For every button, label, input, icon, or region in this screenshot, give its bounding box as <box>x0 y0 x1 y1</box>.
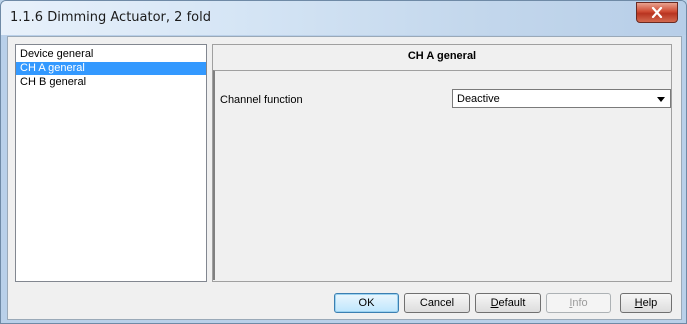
cancel-button-label: Cancel <box>419 297 455 309</box>
close-button[interactable] <box>636 2 678 23</box>
title-bar[interactable]: 1.1.6 Dimming Actuator, 2 fold <box>1 1 686 35</box>
cancel-button[interactable]: Cancel <box>404 293 470 313</box>
channel-function-value: Deactive <box>457 93 500 105</box>
sidebar-item-ch-a-general[interactable]: CH A general <box>16 62 206 75</box>
sidebar-item-ch-b-general[interactable]: CH B general <box>16 76 206 89</box>
help-button-label: elp <box>642 297 658 309</box>
ok-button-label: OK <box>358 297 375 309</box>
sidebar-item-label: CH A general <box>20 62 85 74</box>
info-button[interactable]: Info <box>546 293 611 313</box>
dialog-window: 1.1.6 Dimming Actuator, 2 fold Device ge… <box>0 0 687 324</box>
chevron-down-icon[interactable] <box>657 97 665 102</box>
panel-body: Channel function Deactive <box>213 70 671 280</box>
channel-function-select[interactable]: Deactive <box>452 89 671 108</box>
channel-function-label: Channel function <box>220 94 303 106</box>
sidebar-item-label: CH B general <box>20 76 87 88</box>
info-button-label: nfo <box>572 297 588 309</box>
default-button[interactable]: Default <box>475 293 541 313</box>
close-icon <box>651 7 663 18</box>
sidebar-item-device-general[interactable]: Device general <box>16 48 206 61</box>
parameter-panel: CH A general Channel function Deactive <box>212 44 672 282</box>
default-button-mnemonic: D <box>490 297 499 309</box>
help-button-mnemonic: H <box>634 297 643 309</box>
parameter-tree[interactable]: Device general CH A general CH B general <box>15 44 207 282</box>
default-button-label: efault <box>498 297 526 309</box>
ok-button[interactable]: OK <box>334 293 399 313</box>
dialog-client-area: Device general CH A general CH B general… <box>7 36 682 320</box>
window-title: 1.1.6 Dimming Actuator, 2 fold <box>10 10 211 25</box>
sidebar-item-label: Device general <box>20 48 94 60</box>
panel-title: CH A general <box>407 50 477 62</box>
help-button[interactable]: Help <box>620 293 672 313</box>
